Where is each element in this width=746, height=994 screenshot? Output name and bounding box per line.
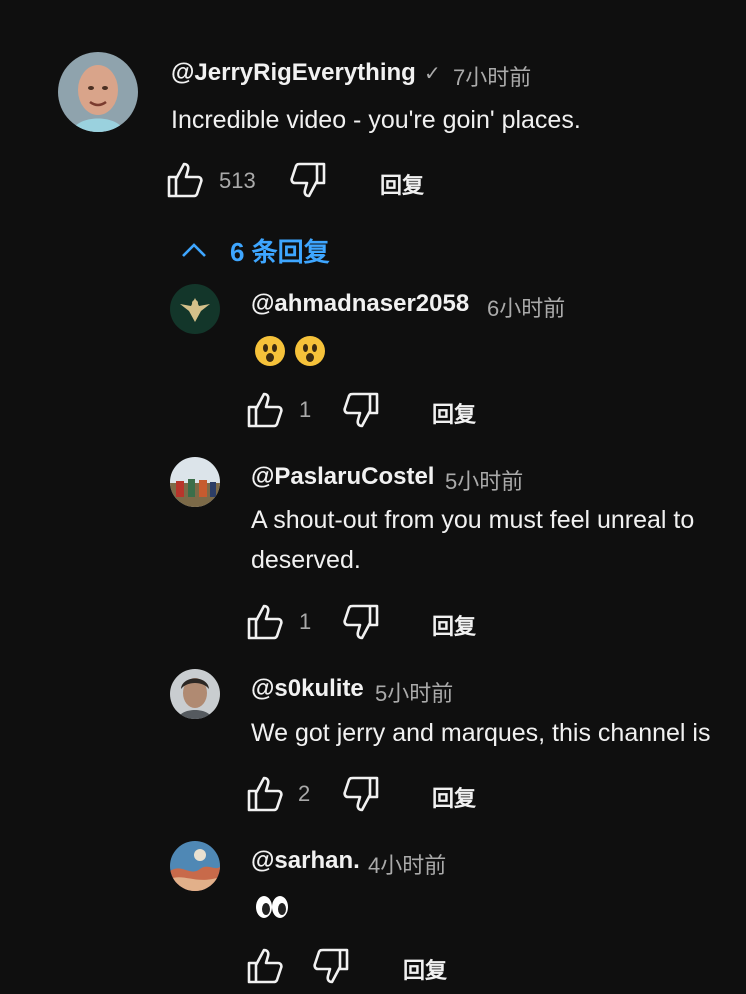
comment-timestamp[interactable]: 6小时前 — [487, 291, 565, 323]
dislike-button[interactable] — [310, 946, 350, 986]
thumb-up-icon — [246, 946, 286, 986]
comment-author[interactable]: @PaslaruCostel — [251, 463, 434, 491]
avatar[interactable] — [170, 284, 220, 334]
like-button[interactable] — [246, 774, 286, 814]
comment-timestamp[interactable]: 7小时前 — [453, 60, 531, 92]
avatar[interactable] — [170, 669, 220, 719]
verified-checkmark-icon: ✓ — [424, 63, 441, 85]
comment-author[interactable]: @ahmadnaser2058 — [251, 290, 469, 318]
thumb-down-icon — [340, 602, 380, 642]
dislike-button[interactable] — [287, 160, 327, 200]
like-count: 1 — [299, 397, 312, 422]
comment-timestamp[interactable]: 4小时前 — [368, 848, 446, 880]
dislike-button[interactable] — [340, 602, 380, 642]
reply-button[interactable]: 回复 — [380, 168, 424, 200]
reply-button[interactable]: 回复 — [432, 397, 476, 429]
thumb-down-icon — [340, 390, 380, 430]
comment-text: We got jerry and marques, this channel i… — [251, 719, 711, 747]
chevron-up-icon — [182, 243, 206, 257]
like-count: 1 — [299, 609, 312, 634]
thumb-down-icon — [287, 160, 327, 200]
like-button[interactable] — [246, 390, 286, 430]
dislike-button[interactable] — [340, 390, 380, 430]
thumb-up-icon — [246, 390, 286, 430]
comment-text: Incredible video - you're goin' places. — [171, 106, 581, 134]
astonished-face-emoji — [295, 336, 325, 366]
like-count: 2 — [298, 781, 311, 806]
comment-text-line2: deserved. — [251, 546, 361, 574]
thumb-up-icon — [246, 774, 286, 814]
eyes-emoji — [255, 894, 289, 920]
thumb-down-icon — [310, 946, 350, 986]
avatar[interactable] — [170, 841, 220, 891]
reply-button[interactable]: 回复 — [432, 609, 476, 641]
astonished-face-emoji — [255, 336, 285, 366]
dislike-button[interactable] — [340, 774, 380, 814]
like-button[interactable] — [246, 602, 286, 642]
like-button[interactable] — [246, 946, 286, 986]
comment-author[interactable]: @JerryRigEverything — [171, 59, 416, 87]
thumb-down-icon — [340, 774, 380, 814]
comment-timestamp[interactable]: 5小时前 — [445, 464, 523, 496]
like-button[interactable] — [166, 160, 206, 200]
reply-button[interactable]: 回复 — [432, 781, 476, 813]
like-count: 513 — [219, 168, 256, 193]
thumb-up-icon — [166, 160, 206, 200]
comment-text-line1: A shout-out from you must feel unreal to — [251, 506, 695, 534]
comment-timestamp[interactable]: 5小时前 — [375, 676, 453, 708]
avatar[interactable] — [170, 457, 220, 507]
replies-toggle-label: 6 条回复 — [230, 237, 330, 267]
comment-author[interactable]: @sarhan. — [251, 847, 360, 875]
comment-author[interactable]: @s0kulite — [251, 675, 364, 703]
thumb-up-icon — [246, 602, 286, 642]
comment-text — [255, 336, 335, 368]
reply-button[interactable]: 回复 — [403, 953, 447, 985]
avatar[interactable] — [58, 52, 138, 132]
